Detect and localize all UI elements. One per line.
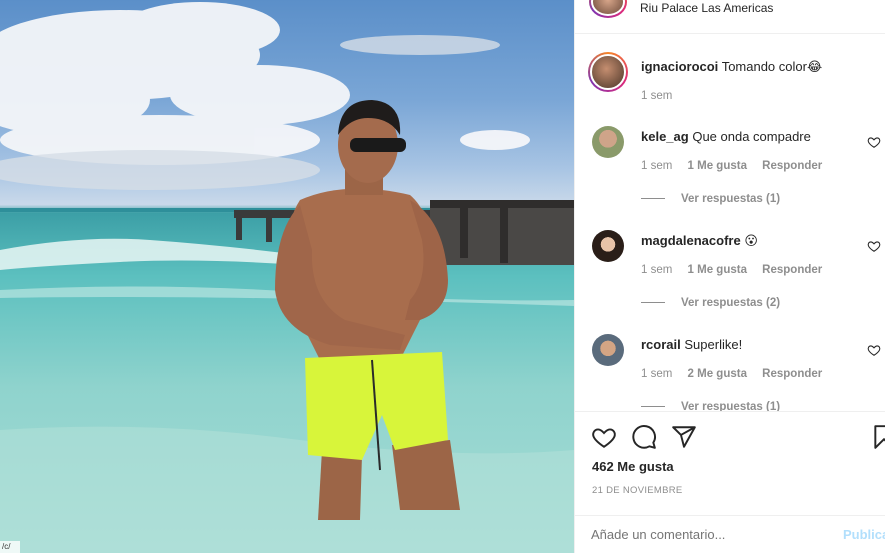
comment-likes-count[interactable]: 1 Me gusta xyxy=(688,160,747,172)
comment-username[interactable]: rcorail xyxy=(641,337,681,352)
comment-icon[interactable] xyxy=(631,424,657,450)
share-icon[interactable] xyxy=(671,424,697,450)
reply-button[interactable]: Responder xyxy=(762,160,822,172)
instagram-post-view: /c/ Riu Palace Las Americas ignaciorocoi… xyxy=(0,0,885,553)
comment-text: kele_ag Que onda compadre xyxy=(641,128,811,146)
replies-divider xyxy=(641,302,665,304)
caption-time[interactable]: 1 sem xyxy=(641,90,672,102)
post-actions: 462 Me gusta 21 DE NOVIEMBRE xyxy=(575,411,885,515)
view-replies-label: Ver respuestas (2) xyxy=(681,297,781,309)
bookmark-icon[interactable] xyxy=(871,424,885,450)
reply-button[interactable]: Responder xyxy=(762,264,822,276)
comment-body: Que onda compadre xyxy=(692,129,811,144)
comment-input[interactable] xyxy=(591,527,821,542)
comment-body: 😮 xyxy=(744,233,758,248)
comment-time[interactable]: 1 sem xyxy=(641,160,672,172)
publish-button[interactable]: Publicar xyxy=(843,527,885,542)
view-replies-label: Ver respuestas (1) xyxy=(681,193,781,205)
location-link[interactable]: Riu Palace Las Americas xyxy=(640,1,773,15)
comment-like-heart-icon[interactable] xyxy=(867,343,881,357)
comment-username[interactable]: kele_ag xyxy=(641,129,689,144)
commenter-avatar[interactable] xyxy=(592,334,624,366)
comment-likes-count[interactable]: 1 Me gusta xyxy=(688,264,747,276)
photo-illustration xyxy=(0,2,574,553)
header-location-row: Riu Palace Las Americas xyxy=(575,0,885,34)
view-replies-label: Ver respuestas (1) xyxy=(681,401,781,411)
comment-likes-count[interactable]: 2 Me gusta xyxy=(688,368,747,380)
comments-list[interactable]: ignaciorocoi Tomando color😂 1 sem kele_a… xyxy=(575,34,885,411)
view-replies-button[interactable]: Ver respuestas (2) xyxy=(641,297,780,309)
post-photo[interactable]: /c/ xyxy=(0,0,574,553)
caption-text: ignaciorocoi Tomando color😂 xyxy=(641,58,822,76)
comment-username[interactable]: magdalenacofre xyxy=(641,233,741,248)
comment-time[interactable]: 1 sem xyxy=(641,368,672,380)
comment-text: rcorail Superlike! xyxy=(641,336,742,354)
comment-body: Superlike! xyxy=(684,337,743,352)
likes-count[interactable]: 462 Me gusta xyxy=(592,459,674,474)
caption-author-avatar[interactable] xyxy=(588,52,628,92)
view-replies-button[interactable]: Ver respuestas (1) xyxy=(641,401,780,411)
replies-divider xyxy=(641,198,665,200)
comment-meta: 1 sem 2 Me gusta Responder xyxy=(641,368,834,380)
comment-like-heart-icon[interactable] xyxy=(867,239,881,253)
caption-username[interactable]: ignaciorocoi xyxy=(641,59,718,74)
caption-meta: 1 sem xyxy=(641,90,684,102)
comment-like-heart-icon[interactable] xyxy=(867,135,881,149)
reply-button[interactable]: Responder xyxy=(762,368,822,380)
add-comment-row: Publicar xyxy=(575,515,885,553)
heart-icon[interactable] xyxy=(591,424,617,450)
comment-time[interactable]: 1 sem xyxy=(641,264,672,276)
author-avatar[interactable] xyxy=(589,0,627,18)
post-side-panel: Riu Palace Las Americas ignaciorocoi Tom… xyxy=(574,0,885,553)
comment-meta: 1 sem 1 Me gusta Responder xyxy=(641,160,834,172)
comment-meta: 1 sem 1 Me gusta Responder xyxy=(641,264,834,276)
photo-corner-mark: /c/ xyxy=(0,541,20,553)
replies-divider xyxy=(641,406,665,408)
comment-text: magdalenacofre 😮 xyxy=(641,232,758,250)
commenter-avatar[interactable] xyxy=(592,126,624,158)
caption-body: Tomando color😂 xyxy=(721,59,823,74)
view-replies-button[interactable]: Ver respuestas (1) xyxy=(641,193,780,205)
commenter-avatar[interactable] xyxy=(592,230,624,262)
post-date[interactable]: 21 DE NOVIEMBRE xyxy=(592,485,683,496)
